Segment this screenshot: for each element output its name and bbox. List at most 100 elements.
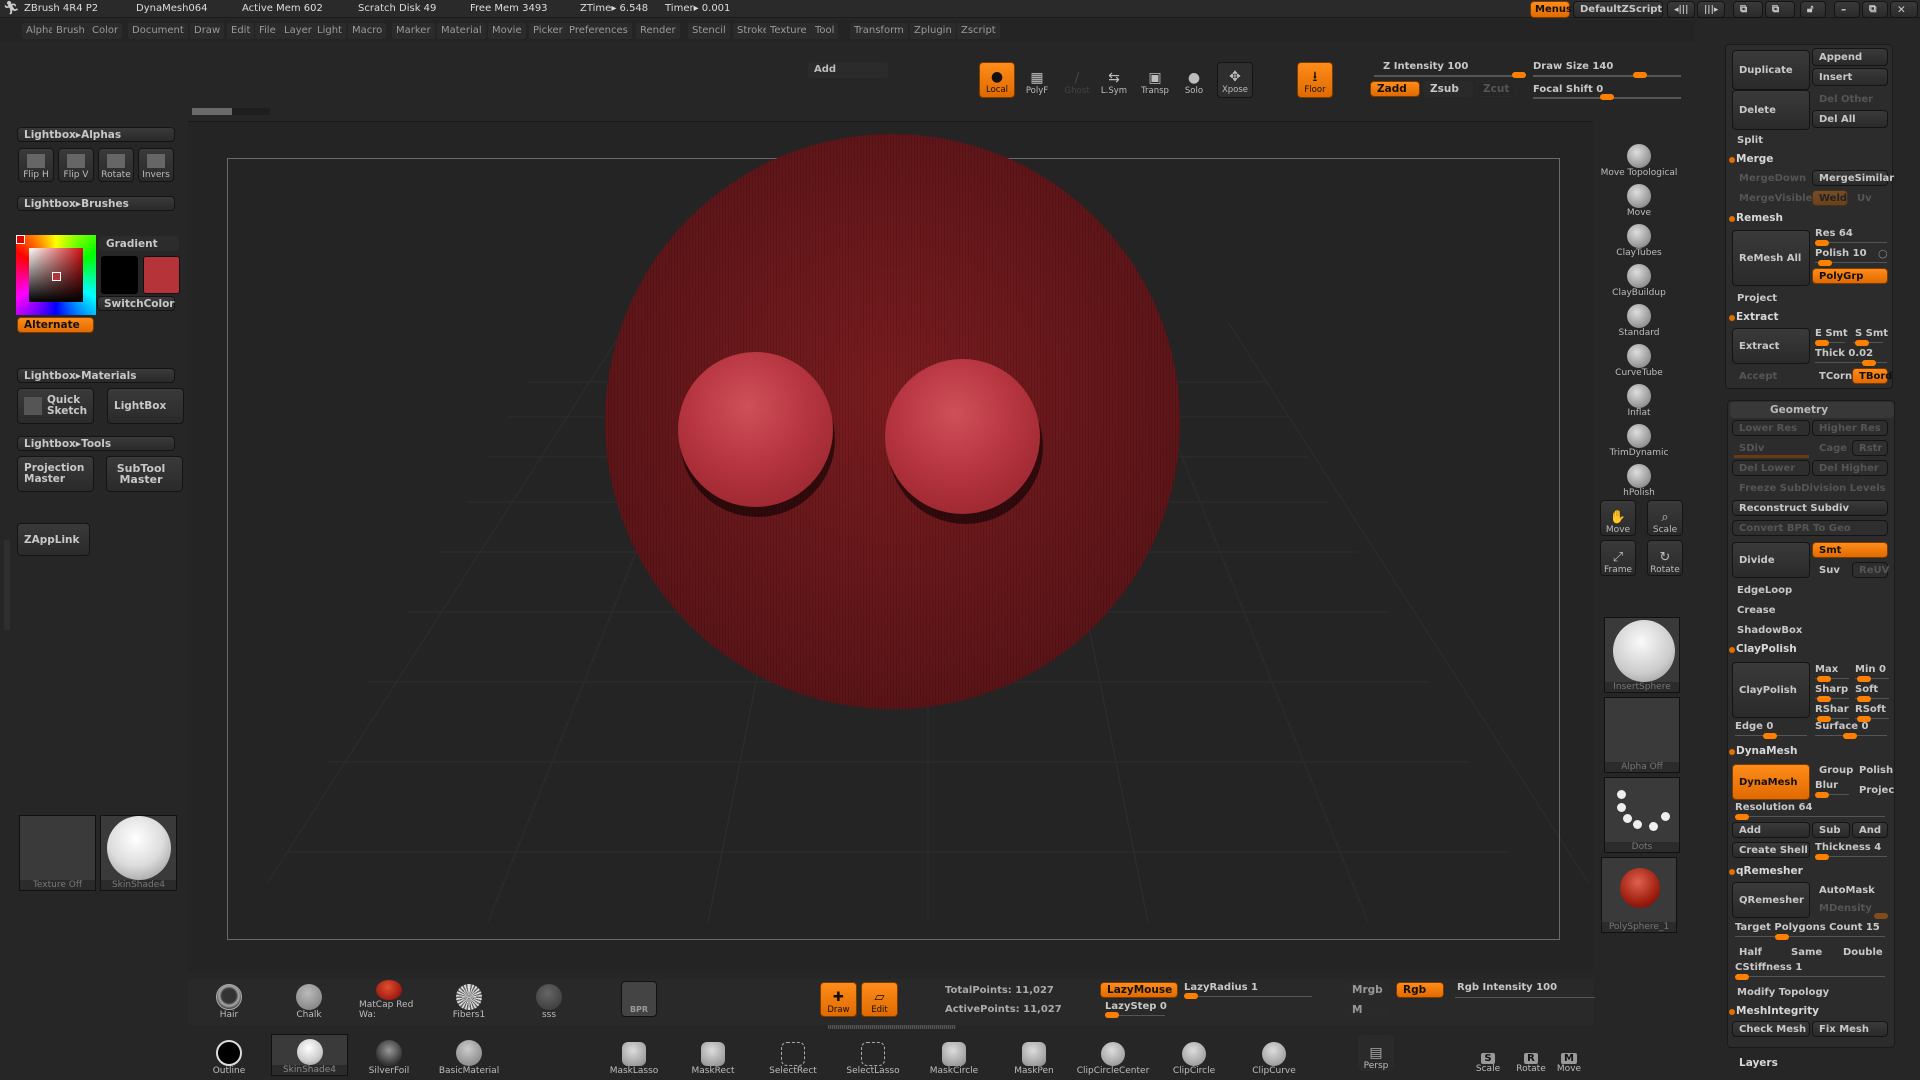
menu-render[interactable]: Render <box>636 23 680 39</box>
slider-knob[interactable] <box>1763 733 1777 739</box>
weld-button[interactable]: Weld <box>1812 190 1848 206</box>
section-extract[interactable]: Extract <box>1736 311 1778 323</box>
smt-button[interactable]: Smt <box>1812 542 1888 558</box>
thumb-alpha-off[interactable]: Alpha Off <box>1604 697 1680 773</box>
tcorn-button[interactable]: TCorn <box>1812 368 1852 384</box>
layout-prev-icon[interactable]: ⧉ <box>1733 1 1763 18</box>
solo-button[interactable]: ● Solo <box>1176 62 1212 98</box>
lightbox-materials-button[interactable]: Lightbox▸Materials <box>17 368 175 383</box>
local-button[interactable]: ● Local <box>979 62 1015 98</box>
xpose-button[interactable]: ✥ Xpose <box>1217 62 1253 98</box>
split-button[interactable]: Split <box>1730 132 1880 148</box>
mergesimilar-button[interactable]: MergeSimilar <box>1812 170 1894 186</box>
restore-icon[interactable]: ⧉ <box>1862 1 1888 18</box>
slider-knob[interactable] <box>1735 974 1749 980</box>
menu-material[interactable]: Material <box>437 23 486 39</box>
lightbox-brushes-button[interactable]: Lightbox▸Brushes <box>17 196 175 211</box>
lightbox-tools-button[interactable]: Lightbox▸Tools <box>17 436 175 451</box>
tool-clipcircle[interactable]: ClipCircle <box>1154 1034 1234 1076</box>
slider-knob[interactable] <box>1843 733 1857 739</box>
canvas-scroll-track[interactable] <box>232 108 270 115</box>
nav-rotate-button[interactable]: ↻ Rotate <box>1647 540 1683 576</box>
thumb-polysphere-1[interactable]: PolySphere_1 <box>1601 857 1677 933</box>
dynamesh-sub-button[interactable]: Sub <box>1812 822 1850 838</box>
automask-button[interactable]: AutoMask <box>1812 882 1888 898</box>
menu-color[interactable]: Color <box>88 23 123 39</box>
bottom-collapse-handle[interactable] <box>828 1025 956 1029</box>
material-outline[interactable]: Outline <box>199 1034 259 1076</box>
material-fibers1[interactable]: Fibers1 <box>439 980 499 1020</box>
menu-picker[interactable]: Picker <box>529 23 567 39</box>
slider-knob[interactable] <box>1857 676 1871 682</box>
lsym-button[interactable]: ⇆ L.Sym <box>1096 62 1132 98</box>
section-qremesher[interactable]: qRemesher <box>1736 865 1803 877</box>
del-higher-button[interactable]: Del Higher <box>1812 460 1888 476</box>
dynamesh-and-button[interactable]: And <box>1852 822 1888 838</box>
freeze-subdivision-levels-button[interactable]: Freeze SubDivision Levels <box>1732 480 1888 496</box>
lazystep-slider[interactable] <box>1105 1012 1119 1018</box>
mergedown-button[interactable]: MergeDown <box>1732 170 1810 186</box>
brush-trimdynamic[interactable]: TrimDynamic <box>1594 420 1684 458</box>
invers-button[interactable]: Invers <box>138 148 174 182</box>
modify-topology-button[interactable]: Modify Topology <box>1730 984 1880 1000</box>
focal-shift-slider[interactable] <box>1600 94 1614 100</box>
brush-move[interactable]: Move <box>1594 180 1684 218</box>
tool-clipcurve[interactable]: ClipCurve <box>1234 1034 1314 1076</box>
insert-button[interactable]: Insert <box>1812 68 1888 86</box>
transform-move-button[interactable]: M Move <box>1550 1038 1588 1074</box>
menu-preferences[interactable]: Preferences <box>565 23 632 39</box>
slider-knob[interactable] <box>1815 854 1829 860</box>
slider-knob[interactable] <box>1862 360 1876 366</box>
slider-knob[interactable] <box>1815 240 1829 246</box>
delete-button[interactable]: Delete <box>1732 90 1810 130</box>
duplicate-button[interactable]: Duplicate <box>1732 50 1810 90</box>
divide-button[interactable]: Divide <box>1732 542 1810 578</box>
menu-draw[interactable]: Draw <box>190 23 225 39</box>
check-mesh-button[interactable]: Check Mesh <box>1732 1021 1810 1037</box>
higher-res-button[interactable]: Higher Res <box>1812 420 1888 436</box>
draw-mode-button[interactable]: ✚ Draw <box>820 982 857 1017</box>
material-chalk[interactable]: Chalk <box>279 980 339 1020</box>
slider-knob[interactable] <box>1857 696 1871 702</box>
left-tray-scrollbar[interactable] <box>4 540 10 630</box>
material-matcap-red-wa[interactable]: MatCap Red Wa: <box>359 980 419 1020</box>
material-sss[interactable]: sss <box>519 980 579 1020</box>
thumb-dots[interactable]: Dots <box>1604 777 1680 853</box>
projection-master-button[interactable]: Projection Master <box>17 456 94 492</box>
menu-transform[interactable]: Transform <box>850 23 908 39</box>
claypolish-action-button[interactable]: ClayPolish <box>1732 662 1810 718</box>
lower-res-button[interactable]: Lower Res <box>1732 420 1810 436</box>
crease-button[interactable]: Crease <box>1730 602 1880 618</box>
del-lower-button[interactable]: Del Lower <box>1732 460 1810 476</box>
lazyradius-slider[interactable] <box>1184 993 1198 999</box>
z-intensity-track[interactable] <box>1374 75 1522 77</box>
zapplink-button[interactable]: ZAppLink <box>17 523 90 556</box>
brush-claytubes[interactable]: ClayTubes <box>1594 220 1684 258</box>
flip-h-button[interactable]: Flip H <box>18 148 54 182</box>
same-button[interactable]: Same <box>1784 944 1832 960</box>
section-merge[interactable]: Merge <box>1736 153 1773 165</box>
accept-button[interactable]: Accept <box>1732 368 1810 384</box>
cage-button[interactable]: Cage <box>1812 440 1850 456</box>
menu-brush[interactable]: Brush <box>52 23 89 39</box>
material-silverfoil[interactable]: SilverFoil <box>359 1034 419 1076</box>
menu-macro[interactable]: Macro <box>348 23 387 39</box>
nav-scale-button[interactable]: ⌕ Scale <box>1647 500 1683 536</box>
uv-button[interactable]: Uv <box>1850 190 1886 206</box>
secondary-color-swatch[interactable] <box>101 256 138 294</box>
material-skinshade4[interactable]: SkinShade4 <box>271 1034 348 1076</box>
menu-file[interactable]: File <box>255 23 280 39</box>
menu-marker[interactable]: Marker <box>392 23 435 39</box>
material-thumbnail[interactable]: SkinShade4 <box>100 815 177 891</box>
document-canvas[interactable] <box>188 121 1593 973</box>
tool-masklasso[interactable]: MaskLasso <box>594 1034 674 1076</box>
menu-movie[interactable]: Movie <box>488 23 526 39</box>
polygrp-button[interactable]: PolyGrp <box>1812 268 1888 284</box>
double-button[interactable]: Double <box>1836 944 1888 960</box>
mrgb-button[interactable]: Mrgb <box>1345 982 1387 998</box>
dynamesh-polish-button[interactable]: Polish <box>1852 762 1893 778</box>
tool-maskrect[interactable]: MaskRect <box>673 1034 753 1076</box>
sphere-right[interactable] <box>885 359 1040 514</box>
menus-button[interactable]: Menus <box>1530 1 1572 18</box>
slider-track[interactable] <box>1735 816 1885 817</box>
